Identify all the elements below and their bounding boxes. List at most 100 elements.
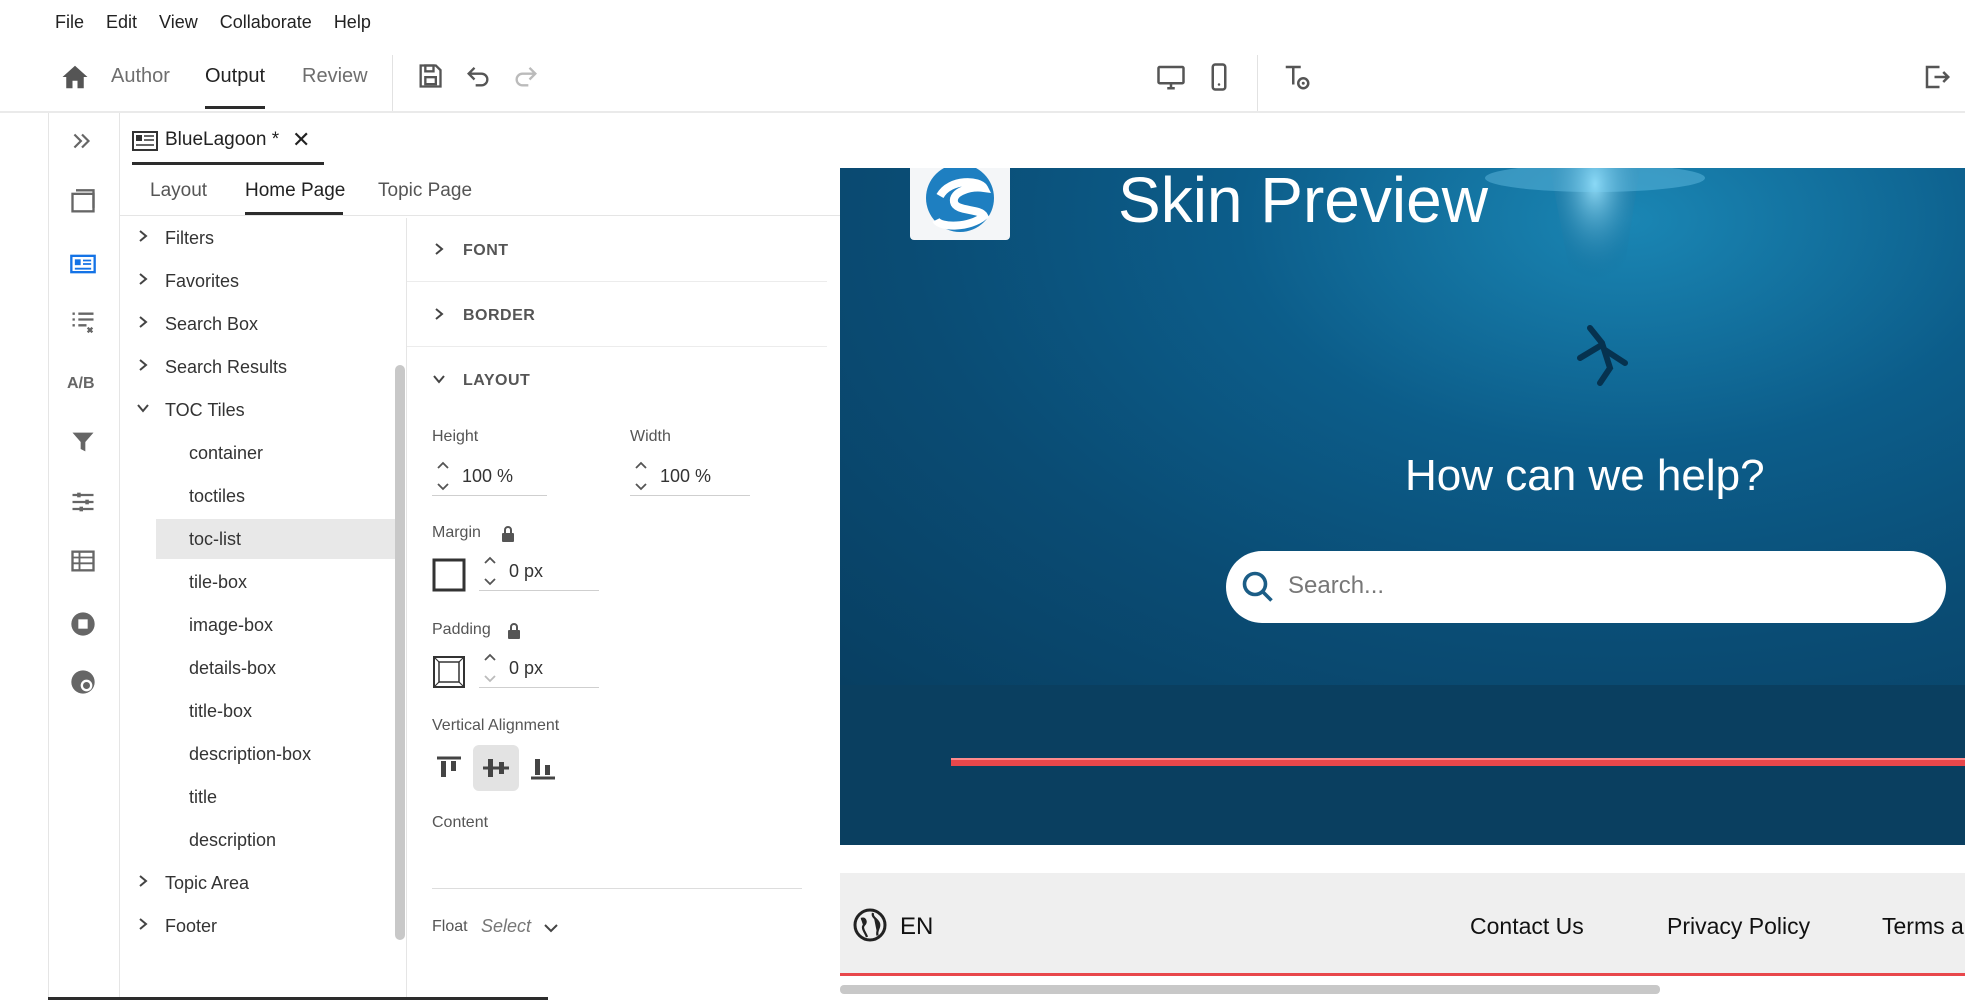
expand-icon[interactable] [69, 128, 99, 158]
tree-item-topic-area[interactable]: Topic Area [120, 863, 395, 903]
stepper-arrows-icon[interactable] [436, 458, 450, 494]
padding-box-icon[interactable] [432, 655, 466, 689]
tree-item-details-box[interactable]: details-box [120, 648, 395, 688]
tree-item-toctiles[interactable]: toctiles [120, 476, 395, 516]
tab-author[interactable]: Author [111, 65, 170, 88]
table-icon[interactable] [69, 547, 99, 577]
window-icon[interactable] [69, 188, 99, 218]
chevron-right-icon[interactable] [136, 272, 150, 286]
stepper-arrows-icon[interactable] [483, 553, 497, 589]
float-select[interactable]: Select [481, 912, 571, 944]
menu-collaborate[interactable]: Collaborate [220, 12, 312, 33]
save-icon[interactable] [416, 62, 446, 92]
tree-item-toc-tiles[interactable]: TOC Tiles [120, 390, 395, 430]
tab-layout[interactable]: Layout [150, 180, 207, 202]
search-input[interactable]: Search... [1288, 572, 1384, 600]
toc-icon[interactable] [69, 309, 99, 339]
language-selector[interactable]: EN [900, 913, 933, 941]
menu-view[interactable]: View [159, 12, 198, 33]
chevron-right-icon [432, 242, 446, 256]
tree-item-label: Filters [165, 228, 214, 248]
height-value[interactable]: 100 % [462, 466, 513, 487]
ab-icon[interactable]: A/B [67, 375, 95, 393]
height-stepper[interactable]: 100 % [432, 456, 547, 496]
tab-output[interactable]: Output [205, 65, 265, 88]
chevron-down-icon[interactable] [543, 921, 559, 935]
float-select-value[interactable]: Select [481, 916, 531, 937]
tree-item-description-box[interactable]: description-box [120, 734, 395, 774]
tree-item-toc-list[interactable]: toc-list [156, 519, 395, 559]
tree-item-container[interactable]: container [120, 433, 395, 473]
padding-value[interactable]: 0 px [509, 658, 543, 679]
margin-box-icon[interactable] [432, 558, 466, 592]
tree-item-title[interactable]: title [120, 777, 395, 817]
search-icon[interactable] [1240, 569, 1276, 605]
width-value[interactable]: 100 % [660, 466, 711, 487]
section-font[interactable]: FONT [407, 218, 827, 282]
stepper-arrows-icon[interactable] [634, 458, 648, 494]
settings-icon[interactable] [69, 488, 99, 518]
desktop-preview-icon[interactable] [1156, 62, 1186, 92]
top-toolbar: Author Output Review [0, 55, 1965, 113]
width-label: Width [630, 428, 671, 445]
chevron-right-icon[interactable] [136, 229, 150, 243]
menu-edit[interactable]: Edit [106, 12, 137, 33]
section-border[interactable]: BORDER [407, 283, 827, 347]
left-rail: A/B [48, 113, 120, 1000]
width-stepper[interactable]: 100 % [630, 456, 750, 496]
footer-link-privacy[interactable]: Privacy Policy [1667, 913, 1810, 940]
stop-icon[interactable] [69, 610, 99, 640]
globe-icon[interactable] [852, 907, 888, 943]
stepper-arrows-icon[interactable] [483, 650, 497, 686]
tree-item-description[interactable]: description [120, 820, 395, 860]
search-bar[interactable]: Search... [1226, 551, 1946, 623]
footer-accent-line [840, 973, 1965, 976]
align-top-button[interactable] [426, 745, 472, 791]
undo-icon[interactable] [464, 62, 494, 92]
margin-value[interactable]: 0 px [509, 561, 543, 582]
footer-link-terms[interactable]: Terms a [1882, 913, 1964, 940]
tree-item-filters[interactable]: Filters [120, 218, 395, 258]
align-bottom-button[interactable] [520, 745, 566, 791]
footer-link-contact[interactable]: Contact Us [1470, 913, 1584, 940]
mobile-preview-icon[interactable] [1204, 62, 1234, 92]
redo-icon[interactable] [512, 62, 542, 92]
component-tree: Filters Favorites Search Box Search Results… [120, 218, 405, 1000]
color-icon[interactable] [69, 668, 99, 698]
height-label: Height [432, 428, 479, 445]
tree-item-tile-box[interactable]: tile-box [120, 562, 395, 602]
hero-subtitle: How can we help? [1405, 451, 1765, 500]
chevron-right-icon[interactable] [136, 874, 150, 888]
tab-review[interactable]: Review [302, 65, 368, 88]
lock-icon[interactable] [507, 623, 521, 639]
tree-scrollbar[interactable] [395, 365, 405, 940]
home-icon[interactable] [60, 62, 90, 92]
tree-item-footer[interactable]: Footer [120, 906, 395, 946]
text-preview-icon[interactable] [1282, 62, 1312, 92]
section-font-label: FONT [463, 242, 509, 259]
lock-icon[interactable] [501, 526, 515, 542]
exit-icon[interactable] [1922, 62, 1952, 92]
skin-icon[interactable] [69, 250, 99, 280]
close-icon[interactable]: ✕ [292, 127, 310, 153]
chevron-down-icon[interactable] [136, 401, 150, 415]
padding-stepper[interactable]: 0 px [479, 648, 599, 688]
filter-icon[interactable] [69, 428, 99, 458]
tab-topic-page[interactable]: Topic Page [378, 180, 472, 202]
tree-item-favorites[interactable]: Favorites [120, 261, 395, 301]
menu-file[interactable]: File [55, 12, 84, 33]
preview-horizontal-scrollbar[interactable] [840, 985, 1660, 994]
chevron-right-icon[interactable] [136, 917, 150, 931]
tree-item-search-results[interactable]: Search Results [120, 347, 395, 387]
chevron-right-icon[interactable] [136, 358, 150, 372]
tree-item-image-box[interactable]: image-box [120, 605, 395, 645]
tab-home-page[interactable]: Home Page [245, 180, 345, 202]
margin-stepper[interactable]: 0 px [479, 551, 599, 591]
tree-item-title-box[interactable]: title-box [120, 691, 395, 731]
document-tab[interactable]: BlueLagoon * ✕ [132, 125, 324, 165]
tree-item-search-box[interactable]: Search Box [120, 304, 395, 344]
menu-help[interactable]: Help [334, 12, 371, 33]
section-layout[interactable]: LAYOUT [407, 348, 827, 412]
chevron-right-icon[interactable] [136, 315, 150, 329]
align-middle-button[interactable] [473, 745, 519, 791]
